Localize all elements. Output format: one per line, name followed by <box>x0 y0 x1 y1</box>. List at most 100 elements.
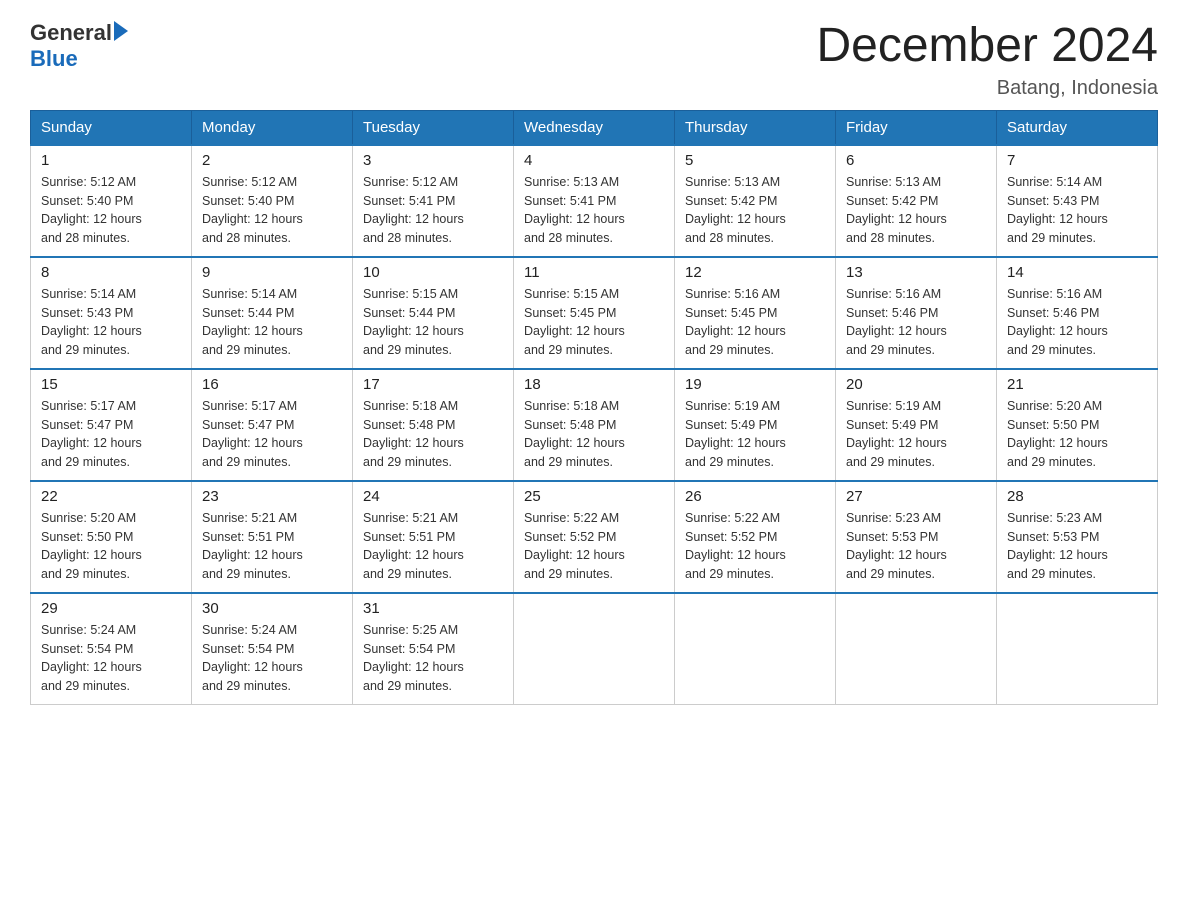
day-number: 19 <box>685 376 825 393</box>
calendar-cell: 25 Sunrise: 5:22 AMSunset: 5:52 PMDayligh… <box>514 481 675 593</box>
day-number: 18 <box>524 376 664 393</box>
day-number: 15 <box>41 376 181 393</box>
calendar-title: December 2024 <box>816 20 1158 73</box>
day-number: 17 <box>363 376 503 393</box>
calendar-cell: 17Sunrise: 5:18 AMSunset: 5:48 PMDayligh… <box>353 369 514 481</box>
calendar-cell <box>836 593 997 705</box>
day-number: 10 <box>363 264 503 281</box>
day-number: 12 <box>685 264 825 281</box>
calendar-cell: 12 Sunrise: 5:16 AMSunset: 5:45 PMDayligh… <box>675 257 836 369</box>
day-info: Sunrise: 5:24 AMSunset: 5:54 PMDaylight:… <box>202 621 342 696</box>
day-number: 23 <box>202 488 342 505</box>
day-info: Sunrise: 5:19 AMSunset: 5:49 PMDaylight:… <box>846 397 986 472</box>
calendar-cell: 9Sunrise: 5:14 AMSunset: 5:44 PMDaylight… <box>192 257 353 369</box>
logo-general-text: General <box>30 20 112 46</box>
day-info: Sunrise: 5:14 AMSunset: 5:43 PMDaylight:… <box>41 285 181 360</box>
calendar-cell: 29 Sunrise: 5:24 AMSunset: 5:54 PMDayligh… <box>31 593 192 705</box>
day-info: Sunrise: 5:12 AMSunset: 5:40 PMDaylight:… <box>41 173 181 248</box>
title-block: December 2024 Batang, Indonesia <box>816 20 1158 100</box>
calendar-cell <box>675 593 836 705</box>
day-info: Sunrise: 5:25 AMSunset: 5:54 PMDaylight:… <box>363 621 503 696</box>
day-info: Sunrise: 5:20 AMSunset: 5:50 PMDaylight:… <box>41 509 181 584</box>
day-info: Sunrise: 5:22 AMSunset: 5:52 PMDaylight:… <box>524 509 664 584</box>
day-number: 29 <box>41 600 181 617</box>
day-number: 31 <box>363 600 503 617</box>
calendar-cell: 10 Sunrise: 5:15 AMSunset: 5:44 PMDayligh… <box>353 257 514 369</box>
calendar-cell: 5 Sunrise: 5:13 AMSunset: 5:42 PMDaylight… <box>675 145 836 257</box>
calendar-cell: 14 Sunrise: 5:16 AMSunset: 5:46 PMDayligh… <box>997 257 1158 369</box>
calendar-cell <box>997 593 1158 705</box>
calendar-cell: 24 Sunrise: 5:21 AMSunset: 5:51 PMDayligh… <box>353 481 514 593</box>
calendar-table: SundayMondayTuesdayWednesdayThursdayFrid… <box>30 110 1158 705</box>
logo: General Blue <box>30 20 128 72</box>
calendar-header-friday: Friday <box>836 110 997 145</box>
calendar-cell: 13 Sunrise: 5:16 AMSunset: 5:46 PMDayligh… <box>836 257 997 369</box>
day-number: 22 <box>41 488 181 505</box>
calendar-header-thursday: Thursday <box>675 110 836 145</box>
calendar-cell: 1 Sunrise: 5:12 AMSunset: 5:40 PMDaylight… <box>31 145 192 257</box>
day-info: Sunrise: 5:12 AMSunset: 5:41 PMDaylight:… <box>363 173 503 248</box>
day-info: Sunrise: 5:17 AMSunset: 5:47 PMDaylight:… <box>202 397 342 472</box>
calendar-cell: 27Sunrise: 5:23 AMSunset: 5:53 PMDayligh… <box>836 481 997 593</box>
calendar-cell: 28 Sunrise: 5:23 AMSunset: 5:53 PMDayligh… <box>997 481 1158 593</box>
day-info: Sunrise: 5:13 AMSunset: 5:42 PMDaylight:… <box>685 173 825 248</box>
day-number: 28 <box>1007 488 1147 505</box>
calendar-cell: 6Sunrise: 5:13 AMSunset: 5:42 PMDaylight… <box>836 145 997 257</box>
day-number: 16 <box>202 376 342 393</box>
day-number: 13 <box>846 264 986 281</box>
day-info: Sunrise: 5:21 AMSunset: 5:51 PMDaylight:… <box>202 509 342 584</box>
day-info: Sunrise: 5:15 AMSunset: 5:45 PMDaylight:… <box>524 285 664 360</box>
calendar-week-row: 29 Sunrise: 5:24 AMSunset: 5:54 PMDayligh… <box>31 593 1158 705</box>
calendar-cell: 2 Sunrise: 5:12 AMSunset: 5:40 PMDaylight… <box>192 145 353 257</box>
calendar-cell: 19 Sunrise: 5:19 AMSunset: 5:49 PMDayligh… <box>675 369 836 481</box>
calendar-cell: 30 Sunrise: 5:24 AMSunset: 5:54 PMDayligh… <box>192 593 353 705</box>
day-info: Sunrise: 5:21 AMSunset: 5:51 PMDaylight:… <box>363 509 503 584</box>
day-number: 8 <box>41 264 181 281</box>
day-number: 24 <box>363 488 503 505</box>
day-info: Sunrise: 5:14 AMSunset: 5:43 PMDaylight:… <box>1007 173 1147 248</box>
day-number: 5 <box>685 152 825 169</box>
day-number: 2 <box>202 152 342 169</box>
calendar-header-saturday: Saturday <box>997 110 1158 145</box>
calendar-cell: 3Sunrise: 5:12 AMSunset: 5:41 PMDaylight… <box>353 145 514 257</box>
logo-arrow-icon <box>114 21 128 41</box>
calendar-cell: 26Sunrise: 5:22 AMSunset: 5:52 PMDayligh… <box>675 481 836 593</box>
day-info: Sunrise: 5:12 AMSunset: 5:40 PMDaylight:… <box>202 173 342 248</box>
calendar-cell: 20Sunrise: 5:19 AMSunset: 5:49 PMDayligh… <box>836 369 997 481</box>
day-number: 21 <box>1007 376 1147 393</box>
day-info: Sunrise: 5:18 AMSunset: 5:48 PMDaylight:… <box>524 397 664 472</box>
calendar-week-row: 1 Sunrise: 5:12 AMSunset: 5:40 PMDaylight… <box>31 145 1158 257</box>
day-info: Sunrise: 5:23 AMSunset: 5:53 PMDaylight:… <box>1007 509 1147 584</box>
day-info: Sunrise: 5:14 AMSunset: 5:44 PMDaylight:… <box>202 285 342 360</box>
day-info: Sunrise: 5:19 AMSunset: 5:49 PMDaylight:… <box>685 397 825 472</box>
day-info: Sunrise: 5:15 AMSunset: 5:44 PMDaylight:… <box>363 285 503 360</box>
calendar-header-monday: Monday <box>192 110 353 145</box>
calendar-cell: 15 Sunrise: 5:17 AMSunset: 5:47 PMDayligh… <box>31 369 192 481</box>
day-number: 11 <box>524 264 664 281</box>
day-number: 30 <box>202 600 342 617</box>
day-number: 27 <box>846 488 986 505</box>
day-number: 6 <box>846 152 986 169</box>
calendar-header-row: SundayMondayTuesdayWednesdayThursdayFrid… <box>31 110 1158 145</box>
calendar-week-row: 22 Sunrise: 5:20 AMSunset: 5:50 PMDayligh… <box>31 481 1158 593</box>
calendar-cell: 4Sunrise: 5:13 AMSunset: 5:41 PMDaylight… <box>514 145 675 257</box>
day-info: Sunrise: 5:16 AMSunset: 5:46 PMDaylight:… <box>1007 285 1147 360</box>
day-number: 25 <box>524 488 664 505</box>
day-number: 1 <box>41 152 181 169</box>
calendar-cell: 16 Sunrise: 5:17 AMSunset: 5:47 PMDayligh… <box>192 369 353 481</box>
calendar-cell: 22 Sunrise: 5:20 AMSunset: 5:50 PMDayligh… <box>31 481 192 593</box>
day-info: Sunrise: 5:24 AMSunset: 5:54 PMDaylight:… <box>41 621 181 696</box>
day-info: Sunrise: 5:16 AMSunset: 5:45 PMDaylight:… <box>685 285 825 360</box>
calendar-cell: 7 Sunrise: 5:14 AMSunset: 5:43 PMDaylight… <box>997 145 1158 257</box>
calendar-cell: 8 Sunrise: 5:14 AMSunset: 5:43 PMDaylight… <box>31 257 192 369</box>
day-number: 14 <box>1007 264 1147 281</box>
day-info: Sunrise: 5:16 AMSunset: 5:46 PMDaylight:… <box>846 285 986 360</box>
calendar-header-sunday: Sunday <box>31 110 192 145</box>
calendar-week-row: 8 Sunrise: 5:14 AMSunset: 5:43 PMDaylight… <box>31 257 1158 369</box>
calendar-cell <box>514 593 675 705</box>
day-number: 7 <box>1007 152 1147 169</box>
calendar-cell: 31 Sunrise: 5:25 AMSunset: 5:54 PMDayligh… <box>353 593 514 705</box>
day-info: Sunrise: 5:17 AMSunset: 5:47 PMDaylight:… <box>41 397 181 472</box>
calendar-subtitle: Batang, Indonesia <box>816 77 1158 100</box>
day-info: Sunrise: 5:13 AMSunset: 5:41 PMDaylight:… <box>524 173 664 248</box>
